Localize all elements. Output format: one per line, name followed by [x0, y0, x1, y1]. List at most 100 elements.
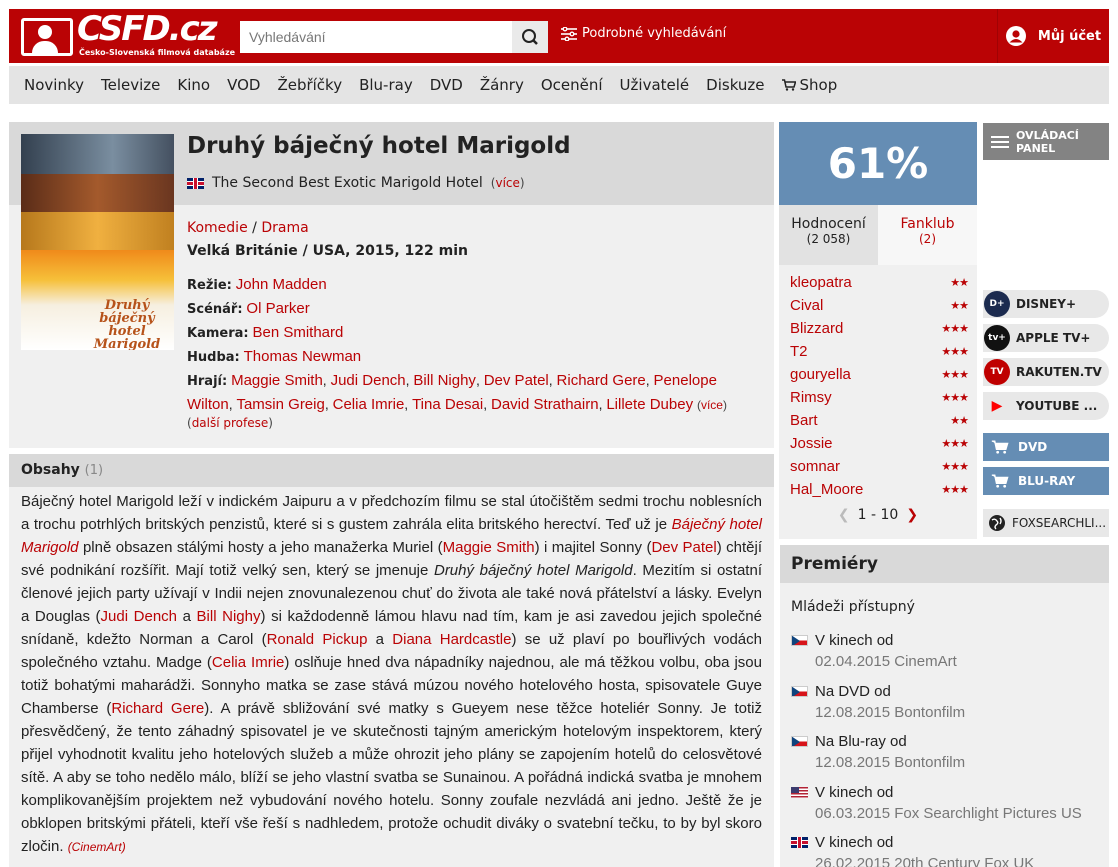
- person-link[interactable]: David Strathairn: [491, 396, 599, 413]
- nav-item-zanry[interactable]: Žánry: [480, 76, 524, 94]
- person-link[interactable]: Ben Smithard: [252, 324, 343, 341]
- person-link[interactable]: John Madden: [236, 276, 327, 293]
- nav-label: Žánry: [479, 76, 524, 94]
- site-logo[interactable]: CSFD.cz Česko-Slovenská filmová databáze: [21, 9, 235, 59]
- person-link[interactable]: Judi Dench: [331, 372, 406, 389]
- nav-item-zebricky[interactable]: Žebříčky: [277, 76, 342, 94]
- plot-source-link[interactable]: (CinemArt): [68, 840, 126, 854]
- more-titles-link[interactable]: více: [495, 176, 519, 190]
- film-info-box: Druhý báječný hotel Marigold Druhý báječ…: [9, 122, 774, 448]
- nav-label: Shop: [799, 76, 838, 94]
- user-link[interactable]: T2: [790, 343, 808, 360]
- tab-fanclub[interactable]: Fanklub (2): [878, 205, 977, 265]
- vod-link[interactable]: TV RAKUTEN.TV: [983, 358, 1109, 386]
- user-link[interactable]: Rimsy: [790, 389, 832, 406]
- logo-subtitle: Česko-Slovenská filmová databáze: [79, 48, 236, 57]
- nav-item-oceneni[interactable]: Ocenění: [541, 76, 603, 94]
- vod-link[interactable]: ▶ YOUTUBE ...: [983, 392, 1109, 420]
- star-rating-icon: ★★★: [941, 484, 969, 496]
- other-professions-link[interactable]: další profese: [192, 416, 269, 430]
- person-link[interactable]: Bill Nighy: [413, 372, 476, 389]
- person-link[interactable]: Bill Nighy: [197, 608, 261, 625]
- bluray-shop-button[interactable]: BLU-RAY: [983, 467, 1109, 495]
- premiere-label: V kinech od: [815, 783, 894, 801]
- user-link[interactable]: Hal_Moore: [790, 481, 863, 498]
- site-header: CSFD.cz Česko-Slovenská filmová databáze…: [9, 9, 1109, 63]
- user-link[interactable]: Cival: [790, 297, 823, 314]
- person-link[interactable]: Tamsin Greig: [236, 396, 324, 413]
- vod-link[interactable]: D+ DISNEY+: [983, 290, 1109, 318]
- user-link[interactable]: gouryella: [790, 366, 851, 383]
- user-rating-row: Rimsy ★★★: [790, 386, 969, 409]
- user-rating-row: Hal_Moore ★★★: [790, 478, 969, 501]
- person-link[interactable]: Ol Parker: [246, 300, 309, 317]
- dvd-label: DVD: [1018, 440, 1048, 454]
- person-link[interactable]: Richard Gere: [111, 700, 204, 717]
- more-cast-link[interactable]: více: [701, 398, 723, 412]
- user-rating-row: Jossie ★★★: [790, 432, 969, 455]
- person-link[interactable]: Diana Hardcastle: [392, 631, 511, 648]
- control-panel-button[interactable]: OVLÁDACÍ PANEL: [983, 123, 1109, 160]
- person-link[interactable]: Maggie Smith: [443, 539, 535, 556]
- nav-item-shop[interactable]: Shop: [781, 76, 838, 94]
- vod-label: RAKUTEN.TV: [1016, 365, 1102, 379]
- nav-item-dvd[interactable]: DVD: [430, 76, 463, 94]
- person-link[interactable]: Ronald Pickup: [267, 631, 368, 648]
- search-button[interactable]: [512, 21, 548, 53]
- account-button[interactable]: Můj účet: [997, 9, 1109, 63]
- pager-prev-icon[interactable]: ❮: [838, 507, 850, 523]
- genre-link-drama[interactable]: Drama: [261, 220, 308, 236]
- official-site-link[interactable]: FOXSEARCHLI...: [983, 509, 1109, 537]
- user-rating-row: kleopatra ★★: [790, 271, 969, 294]
- person-link[interactable]: Lillete Dubey: [606, 396, 693, 413]
- advanced-search-link[interactable]: Podrobné vyhledávání: [561, 26, 726, 41]
- cart-icon: [991, 440, 1009, 454]
- person-link[interactable]: Judi Dench: [101, 608, 177, 625]
- tab-ratings[interactable]: Hodnocení (2 058): [779, 205, 878, 265]
- nav-item-vod[interactable]: VOD: [227, 76, 260, 94]
- us-flag-icon: [791, 786, 808, 798]
- person-link[interactable]: Thomas Newman: [244, 348, 362, 365]
- person-link[interactable]: Maggie Smith: [231, 372, 323, 389]
- plot-fragment: ). A právě sbližování své matky s Gueyem…: [21, 700, 763, 855]
- nav-item-bluray[interactable]: Blu-ray: [359, 76, 413, 94]
- person-link[interactable]: Celia Imrie: [333, 396, 405, 413]
- user-link[interactable]: somnar: [790, 458, 840, 475]
- dvd-shop-button[interactable]: DVD: [983, 433, 1109, 461]
- nav-item-kino[interactable]: Kino: [177, 76, 210, 94]
- nav-label: Diskuze: [706, 76, 765, 94]
- cz-flag-icon: [791, 736, 808, 747]
- star-rating-icon: ★★★: [941, 323, 969, 335]
- age-rating: Mládeži přístupný: [791, 599, 915, 615]
- person-link[interactable]: Dev Patel: [651, 539, 716, 556]
- user-link[interactable]: Blizzard: [790, 320, 843, 337]
- premiere-entry: Na DVD od 12.08.2015 Bontonfilm: [791, 683, 1106, 734]
- plot-fragment: plně obsazen stálými hosty a jeho manaže…: [78, 539, 443, 556]
- nav-item-diskuze[interactable]: Diskuze: [706, 76, 764, 94]
- creator-label: Režie:: [187, 278, 232, 293]
- person-link[interactable]: Dev Patel: [484, 372, 549, 389]
- nav-item-novinky[interactable]: Novinky: [24, 76, 84, 94]
- premiere-type: V kinech od: [791, 632, 1106, 649]
- search-input[interactable]: [240, 21, 512, 53]
- nav-item-televize[interactable]: Televize: [101, 76, 160, 94]
- vod-link[interactable]: tv+ APPLE TV+: [983, 324, 1109, 352]
- panel-line: OVLÁDACÍ: [1016, 128, 1079, 142]
- user-rating-row: gouryella ★★★: [790, 363, 969, 386]
- user-link[interactable]: Jossie: [790, 435, 833, 452]
- creator-label: Scénář:: [187, 302, 243, 317]
- person-link[interactable]: Tina Desai: [412, 396, 483, 413]
- tab-count: (2): [919, 232, 936, 246]
- nav-item-uzivatele[interactable]: Uživatelé: [620, 76, 690, 94]
- creators: Režie: John Madden Scénář: Ol Parker Kam…: [187, 273, 747, 417]
- genre-link-comedy[interactable]: Komedie: [187, 220, 248, 236]
- user-link[interactable]: kleopatra: [790, 274, 852, 291]
- uk-flag-icon: [187, 177, 204, 189]
- user-link[interactable]: Bart: [790, 412, 818, 429]
- film-poster[interactable]: Druhý báječný hotel Marigold: [21, 134, 174, 350]
- person-link[interactable]: Richard Gere: [557, 372, 646, 389]
- person-link[interactable]: Celia Imrie: [212, 654, 285, 671]
- plot-title-text: Obsahy: [21, 462, 80, 478]
- pager-next-icon[interactable]: ❯: [906, 507, 918, 523]
- pager-range: 1 - 10: [857, 507, 899, 523]
